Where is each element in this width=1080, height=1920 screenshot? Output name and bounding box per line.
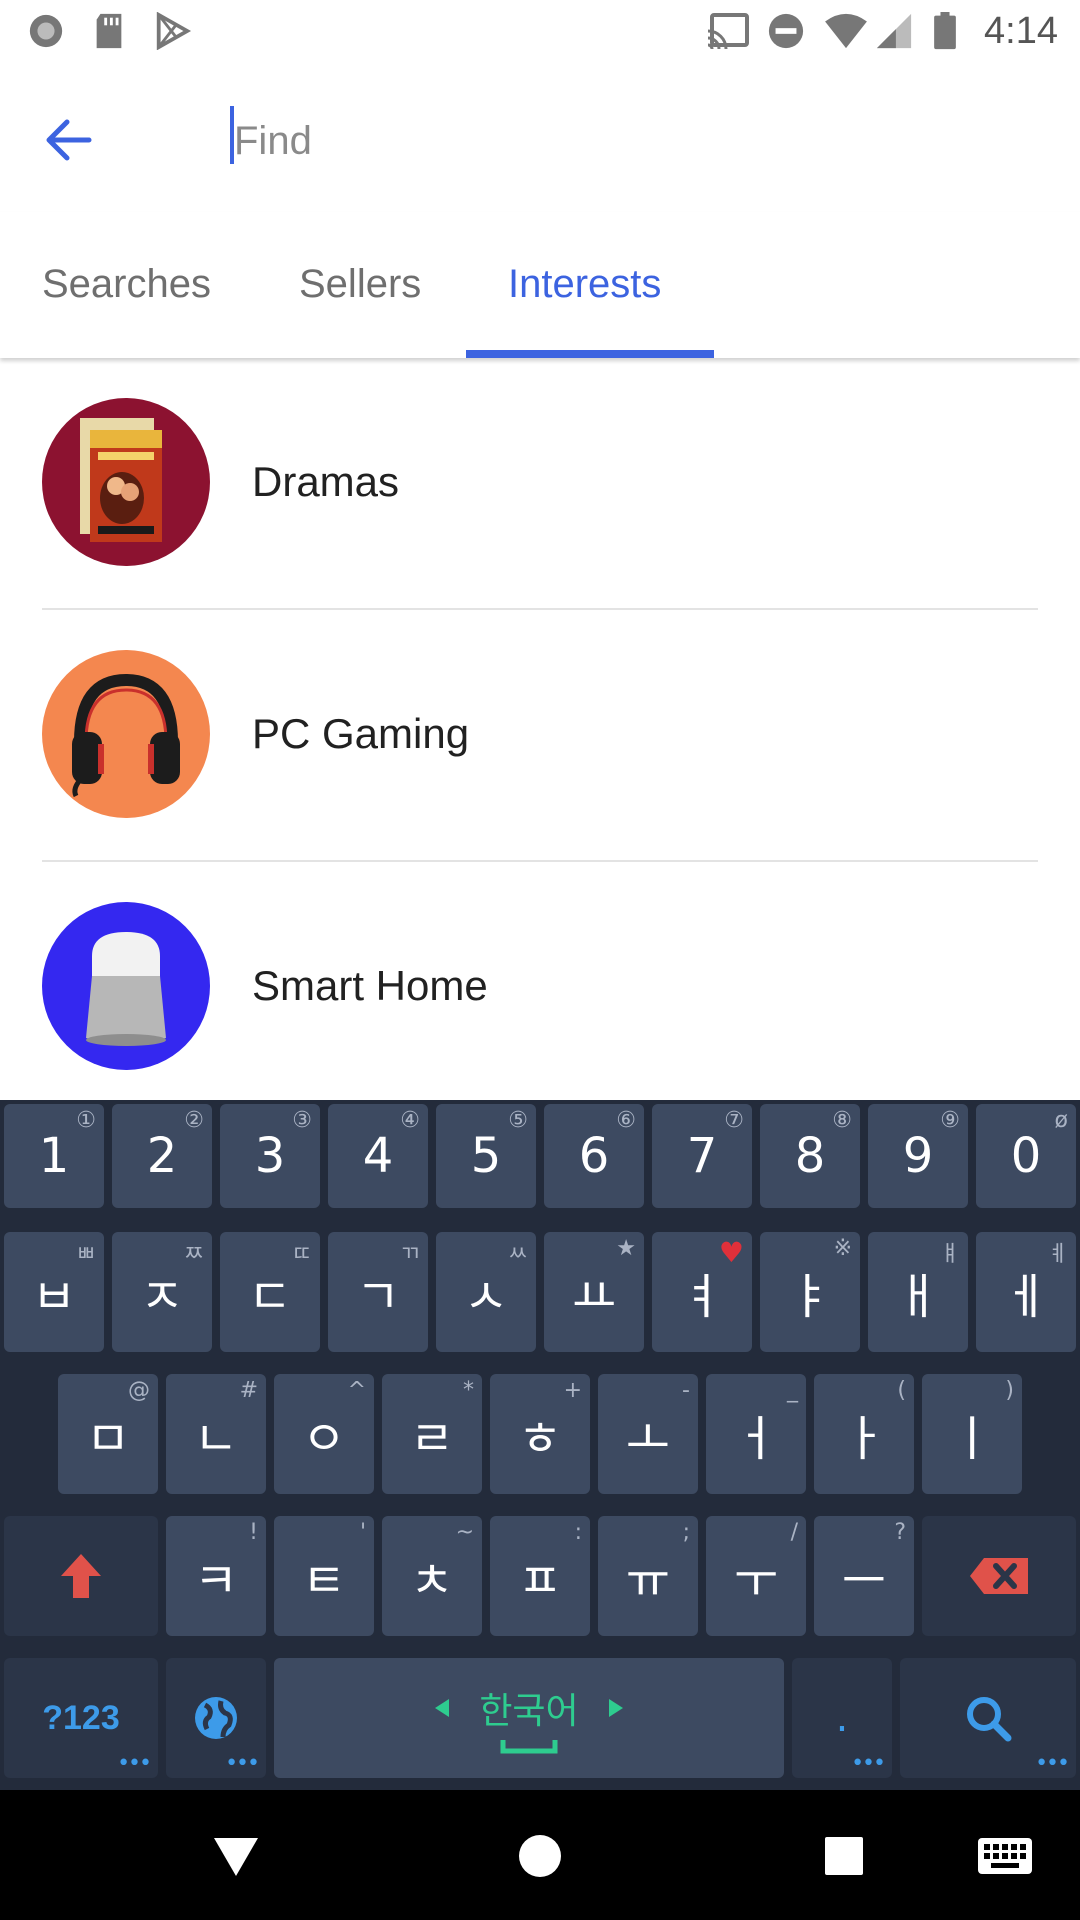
list-item-pc-gaming[interactable]: PC Gaming — [0, 610, 1080, 862]
nav-recents-button[interactable] — [814, 1826, 874, 1886]
key-tieut[interactable]: ㅌ ' — [274, 1516, 374, 1636]
interest-list: Dramas PC Gaming Smart Home — [0, 358, 1080, 1100]
nav-home-button[interactable] — [510, 1826, 570, 1886]
key-yeo[interactable]: ㅕ ♥ — [652, 1232, 752, 1352]
list-item-smart-home[interactable]: Smart Home — [0, 862, 1080, 1100]
arrow-back-icon — [46, 119, 92, 161]
key-bieup[interactable]: ㅂㅃ — [4, 1232, 104, 1352]
play-store-icon — [156, 12, 192, 50]
key-1[interactable]: 1① — [4, 1104, 104, 1208]
record-icon — [29, 14, 63, 48]
home-circle-icon — [519, 1835, 561, 1877]
avatar — [42, 902, 210, 1070]
key-i[interactable]: ㅣ) — [922, 1374, 1022, 1494]
key-7[interactable]: 7⑦ — [652, 1104, 752, 1208]
space-bar-icon — [500, 1740, 558, 1754]
keyboard-switch-button[interactable] — [970, 1826, 1040, 1886]
key-a[interactable]: ㅏ( — [814, 1374, 914, 1494]
language-switch-key[interactable]: ••• — [166, 1658, 266, 1778]
movie-poster-image — [80, 418, 162, 542]
key-chieut[interactable]: ㅊ ~ — [382, 1516, 482, 1636]
key-u[interactable]: ㅜ / — [706, 1516, 806, 1636]
recents-square-icon — [825, 1837, 863, 1875]
key-jieut[interactable]: ㅈㅉ — [112, 1232, 212, 1352]
nav-back-button[interactable] — [206, 1826, 266, 1886]
search-input[interactable] — [228, 106, 1008, 176]
do-not-disturb-icon — [768, 13, 804, 49]
key-ieung[interactable]: ㅇ ^ — [274, 1374, 374, 1494]
cast-icon — [707, 13, 749, 50]
space-key[interactable]: 한국어 — [274, 1658, 784, 1778]
key-mieum[interactable]: ㅁ @ — [58, 1374, 158, 1494]
key-3[interactable]: 3③ — [220, 1104, 320, 1208]
backspace-key[interactable] — [922, 1516, 1076, 1636]
tab-bar: Searches Sellers Interests — [0, 212, 1080, 358]
active-tab-indicator — [466, 350, 714, 358]
search-key[interactable]: ••• — [900, 1658, 1076, 1778]
backspace-icon — [970, 1558, 1028, 1594]
keyboard-switch-icon — [978, 1838, 1032, 1874]
item-label: PC Gaming — [252, 710, 470, 757]
tab-searches[interactable]: Searches — [42, 262, 211, 307]
key-0[interactable]: 0ø — [976, 1104, 1076, 1208]
list-item-dramas[interactable]: Dramas — [0, 358, 1080, 610]
signal-icon — [876, 13, 912, 49]
search-icon — [967, 1697, 1012, 1742]
key-8[interactable]: 8⑧ — [760, 1104, 860, 1208]
key-ya[interactable]: ㅑ ※ — [760, 1232, 860, 1352]
korean-keyboard: 1① 2② 3③ 4④ 5⑤ 6⑥ 7⑦ 8⑧ 9⑨ 0ø ㅂㅃ ㅈㅉ ㄷㄸ ㄱ… — [0, 1100, 1080, 1790]
back-triangle-icon — [214, 1838, 258, 1876]
shift-key[interactable] — [4, 1516, 158, 1636]
smart-speaker-image — [86, 932, 166, 1046]
battery-icon — [934, 12, 956, 50]
language-label: 한국어 — [479, 1691, 579, 1732]
tab-interests[interactable]: Interests — [508, 262, 661, 307]
key-eo[interactable]: ㅓ _ — [706, 1374, 806, 1494]
item-label: Dramas — [252, 458, 400, 505]
symbols-key[interactable]: ?123 ••• — [4, 1658, 158, 1778]
status-time: 4:14 — [984, 10, 1058, 52]
key-4[interactable]: 4④ — [328, 1104, 428, 1208]
avatar — [42, 650, 210, 818]
globe-icon — [195, 1697, 237, 1739]
wifi-icon — [825, 13, 867, 49]
sd-card-icon — [96, 13, 122, 49]
key-kieuk[interactable]: ㅋ! — [166, 1516, 266, 1636]
key-nieun[interactable]: ㄴ # — [166, 1374, 266, 1494]
key-pieup[interactable]: ㅍ: — [490, 1516, 590, 1636]
status-bar: 4:14 — [0, 0, 1080, 62]
key-o[interactable]: ㅗ- — [598, 1374, 698, 1494]
key-yu[interactable]: ㅠ; — [598, 1516, 698, 1636]
back-button[interactable] — [30, 102, 106, 178]
key-e[interactable]: ㅔㅖ — [976, 1232, 1076, 1352]
navigation-bar — [0, 1790, 1080, 1920]
period-key[interactable]: . ••• — [792, 1658, 892, 1778]
key-2[interactable]: 2② — [112, 1104, 212, 1208]
headset-image — [72, 673, 180, 798]
key-siot[interactable]: ㅅㅆ — [436, 1232, 536, 1352]
key-5[interactable]: 5⑤ — [436, 1104, 536, 1208]
key-rieul[interactable]: ㄹ * — [382, 1374, 482, 1494]
key-6[interactable]: 6⑥ — [544, 1104, 644, 1208]
arrow-right-icon — [608, 1699, 623, 1717]
search-header — [0, 62, 1080, 212]
key-9[interactable]: 9⑨ — [868, 1104, 968, 1208]
item-label: Smart Home — [252, 962, 488, 1009]
arrow-left-icon — [435, 1699, 450, 1717]
shift-arrow-icon — [61, 1554, 101, 1598]
key-yo[interactable]: ㅛ ★ — [544, 1232, 644, 1352]
key-hieut[interactable]: ㅎ + — [490, 1374, 590, 1494]
key-ae[interactable]: ㅐㅒ — [868, 1232, 968, 1352]
key-digeut[interactable]: ㄷㄸ — [220, 1232, 320, 1352]
avatar — [42, 398, 210, 566]
key-giyeok[interactable]: ㄱㄲ — [328, 1232, 428, 1352]
tab-sellers[interactable]: Sellers — [299, 262, 421, 307]
key-eu[interactable]: ㅡ? — [814, 1516, 914, 1636]
